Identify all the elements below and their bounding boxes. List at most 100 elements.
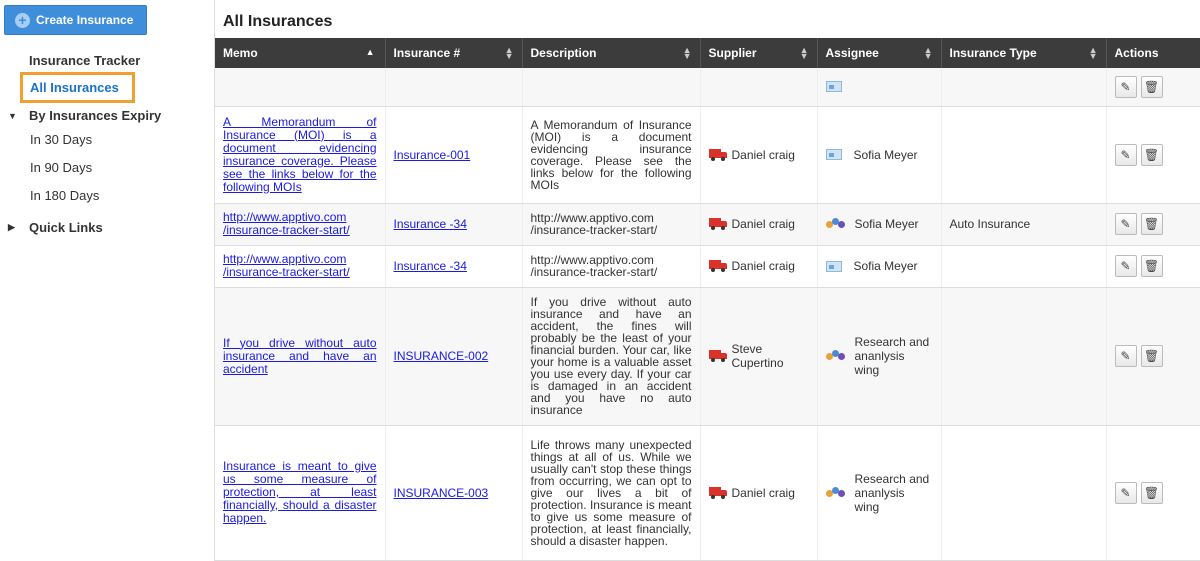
sidebar-item-all-insurances[interactable]: All Insurances [20,72,135,103]
cell-description: http://www.apptivo.com /insurance-tracke… [522,203,701,246]
description-text: http://www.apptivo.com /insurance-tracke… [530,253,658,279]
table-row[interactable]: http://www.apptivo.com /insurance-tracke… [215,245,1200,288]
cell-supplier: Daniel craig [700,245,818,288]
insurance-number-link[interactable]: Insurance-001 [394,148,471,162]
cell-assignee: Sofia Meyer [817,203,942,246]
cell-type [941,245,1107,288]
insurance-number-link[interactable]: Insurance -34 [394,217,467,231]
sidebar-item-90-days[interactable]: In 90 Days [30,160,92,175]
sidebar-group-expiry[interactable]: ▼ By Insurances Expiry [8,108,161,123]
create-insurance-label: Create Insurance [36,13,134,27]
supplier-name: Daniel craig [731,217,795,231]
cell-supplier: Daniel craig [700,425,818,561]
cell-number: INSURANCE-003 [385,425,523,561]
edit-button[interactable]: ✎ [1114,143,1137,166]
column-header-assignee[interactable]: Assignee ▲ ▼ [817,38,942,68]
cell-type: Auto Insurance [941,203,1107,246]
memo-link[interactable]: http://www.apptivo.com /insurance-tracke… [223,253,377,279]
edit-button[interactable]: ✎ [1114,213,1137,235]
trash-icon: 🗑 [1143,147,1160,162]
sidebar-item-30-days[interactable]: In 30 Days [30,132,92,147]
id-card-icon [825,149,842,160]
memo-link[interactable]: http://www.apptivo.com /insurance-tracke… [223,211,377,237]
cell-supplier: Daniel craig [700,106,818,204]
memo-link[interactable]: If you drive without auto insurance and … [223,336,377,376]
cell-number: Insurance -34 [385,203,523,246]
plus-icon: + [15,12,30,28]
edit-button[interactable]: ✎ [1114,481,1137,504]
sidebar-group-quick-links-label: Quick Links [29,220,103,235]
assignee-name: Sofia Meyer [854,217,919,231]
cell-number [385,68,523,107]
edit-button[interactable]: ✎ [1114,255,1137,277]
table-row[interactable]: If you drive without auto insurance and … [215,287,1200,426]
insurance-number-link[interactable]: Insurance -34 [394,259,467,273]
description-text: A Memorandum of Insurance (MOI) is a doc… [530,117,692,192]
column-header-number[interactable]: Insurance # ▲ ▼ [385,38,523,68]
cell-type [941,68,1107,107]
trash-icon: 🗑 [1143,349,1160,363]
insurances-table: Memo ▲ Insurance # ▲ ▼ Description ▲ ▼ Suppli… [215,38,1200,561]
delete-button[interactable]: 🗑 [1140,481,1163,504]
column-header-description[interactable]: Description ▲ ▼ [522,38,701,68]
assignee-name: Sofia Meyer [853,147,918,162]
insurance-number-link[interactable]: INSURANCE-002 [394,349,489,363]
description-text: If you drive without auto insurance and … [530,295,692,417]
cell-supplier: Steve Cupertino [700,287,818,426]
cell-actions: ✎ 🗑 [1106,245,1200,288]
cell-actions: ✎ 🗑 [1106,287,1200,426]
cell-assignee: Research and ananlysis wing [817,287,942,426]
sidebar-item-180-days[interactable]: In 180 Days [30,188,99,203]
table-row[interactable]: http://www.apptivo.com /insurance-tracke… [215,203,1200,246]
page-title: All Insurances [223,13,333,30]
sort-icon: ▲ ▼ [682,45,692,61]
triangle-down-icon: ▼ [8,110,17,121]
triangle-right-icon: ▶ [8,222,15,232]
cell-assignee: Sofia Meyer [817,106,942,204]
delete-button[interactable]: 🗑 [1140,143,1163,166]
pencil-icon: ✎ [1120,79,1131,94]
create-insurance-button[interactable]: + Create Insurance [4,5,147,35]
delete-button[interactable]: 🗑 [1140,213,1163,235]
trash-icon: 🗑 [1143,259,1160,273]
sort-icon: ▲ ▼ [923,45,933,61]
memo-link[interactable]: Insurance is meant to give us some measu… [223,460,377,525]
description-text: http://www.apptivo.com /insurance-tracke… [530,211,658,237]
assignee-name: Research and ananlysis wing [854,335,930,377]
cell-description: Life throws many unexpected things at al… [522,425,701,561]
delete-button[interactable]: 🗑 [1140,255,1163,277]
sort-icon: ▲ ▼ [799,45,809,61]
edit-button[interactable]: ✎ [1114,75,1137,98]
description-text: Life throws many unexpected things at al… [530,437,692,548]
sidebar-title[interactable]: Insurance Tracker [29,53,140,68]
column-header-supplier[interactable]: Supplier ▲ ▼ [700,38,818,68]
truck-icon [708,218,727,230]
team-icon [825,218,846,230]
insurance-number-link[interactable]: INSURANCE-003 [394,486,489,500]
sidebar-group-quick-links[interactable]: ▶ Quick Links [8,220,103,235]
table-row[interactable]: Insurance is meant to give us some measu… [215,425,1200,561]
column-header-type[interactable]: Insurance Type ▲ ▼ [941,38,1107,68]
delete-button[interactable]: 🗑 [1140,345,1163,367]
pencil-icon: ✎ [1120,349,1131,363]
trash-icon: 🗑 [1143,485,1160,500]
cell-assignee [817,68,942,107]
truck-icon [708,148,727,161]
memo-link[interactable]: A Memorandum of Insurance (MOI) is a doc… [223,115,377,194]
pencil-icon: ✎ [1120,217,1131,231]
table-row[interactable]: ✎ 🗑 [215,68,1200,107]
assignee-name: Sofia Meyer [853,259,918,273]
cell-memo: http://www.apptivo.com /insurance-tracke… [215,203,386,246]
cell-type [941,106,1107,204]
column-header-memo[interactable]: Memo ▲ [215,38,386,68]
table-row[interactable]: A Memorandum of Insurance (MOI) is a doc… [215,106,1200,204]
cell-assignee: Sofia Meyer [817,245,942,288]
edit-button[interactable]: ✎ [1114,345,1137,367]
cell-number: Insurance-001 [385,106,523,204]
cell-actions: ✎ 🗑 [1106,425,1200,561]
main-content: All Insurances Memo ▲ Insurance # ▲ ▼ Descr… [215,0,1200,561]
delete-button[interactable]: 🗑 [1140,75,1163,98]
cell-memo: If you drive without auto insurance and … [215,287,386,426]
sort-up-icon: ▲ [365,47,375,57]
team-icon [825,350,846,362]
